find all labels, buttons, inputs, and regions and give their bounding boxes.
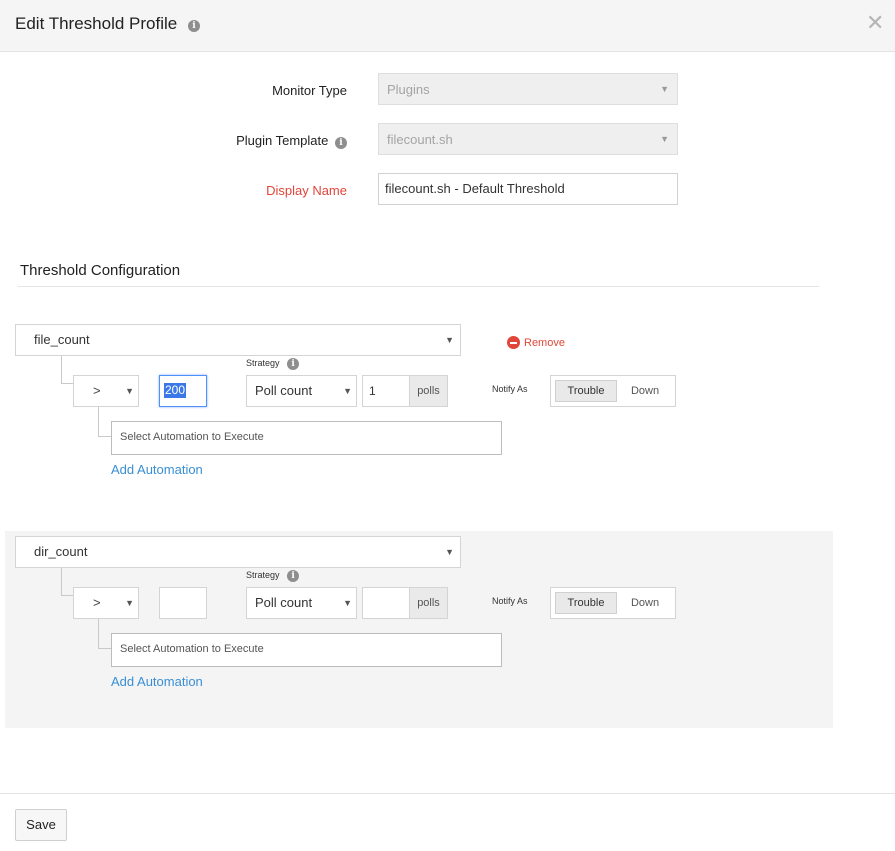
- tree-connector: [61, 568, 62, 595]
- metric-select[interactable]: file_count ▼: [15, 324, 461, 356]
- info-icon[interactable]: i: [287, 358, 300, 370]
- notify-toggle: Trouble Down: [550, 587, 676, 619]
- polls-addon: polls: [410, 375, 448, 407]
- section-title: Threshold Configuration: [20, 262, 181, 279]
- plugin-template-value: filecount.sh: [387, 132, 453, 147]
- strategy-label-text: Strategy: [246, 570, 280, 580]
- tree-connector: [98, 407, 99, 436]
- info-icon[interactable]: i: [335, 137, 347, 149]
- notify-as-label: Notify As: [492, 384, 528, 394]
- notify-down-option[interactable]: Down: [617, 380, 673, 402]
- display-name-input[interactable]: filecount.sh - Default Threshold: [378, 173, 678, 205]
- notify-down-option[interactable]: Down: [617, 592, 673, 614]
- polls-input[interactable]: [362, 587, 410, 619]
- remove-icon: [507, 336, 520, 350]
- notify-toggle: Trouble Down: [550, 375, 676, 407]
- dialog-title-text: Edit Threshold Profile: [15, 14, 178, 33]
- strategy-select[interactable]: Poll count ▼: [246, 587, 357, 619]
- save-button[interactable]: Save: [15, 809, 67, 841]
- tree-connector: [98, 436, 111, 437]
- add-automation-link[interactable]: Add Automation: [111, 674, 203, 689]
- add-automation-link[interactable]: Add Automation: [111, 462, 203, 477]
- threshold-value-input[interactable]: 200: [159, 375, 207, 407]
- chevron-down-icon: ▼: [343, 598, 352, 608]
- monitor-type-select: Plugins ▼: [378, 73, 678, 105]
- notify-as-label: Notify As: [492, 596, 528, 606]
- metric-value: file_count: [34, 332, 90, 347]
- plugin-template-label: Plugin Template i: [150, 133, 347, 149]
- threshold-value: 200: [164, 383, 187, 398]
- polls-addon: polls: [410, 587, 448, 619]
- strategy-label: Strategy i: [246, 358, 300, 370]
- monitor-type-label: Monitor Type: [272, 83, 347, 98]
- metric-value: dir_count: [34, 544, 88, 559]
- tree-connector: [61, 595, 73, 596]
- display-name-label: Display Name: [266, 183, 347, 198]
- close-icon[interactable]: ✕: [866, 12, 884, 34]
- strategy-value: Poll count: [255, 383, 313, 398]
- monitor-type-value: Plugins: [387, 82, 430, 97]
- chevron-down-icon: ▼: [445, 335, 454, 345]
- notify-trouble-option[interactable]: Trouble: [555, 380, 617, 402]
- metric-select[interactable]: dir_count ▼: [15, 536, 461, 568]
- remove-label: Remove: [524, 336, 565, 349]
- threshold-value-input[interactable]: [159, 587, 207, 619]
- strategy-label-text: Strategy: [246, 358, 280, 368]
- tree-connector: [61, 356, 62, 383]
- footer-divider: [0, 793, 895, 794]
- polls-input[interactable]: 1: [362, 375, 410, 407]
- chevron-down-icon: ▼: [660, 84, 669, 94]
- tree-connector: [61, 383, 73, 384]
- strategy-select[interactable]: Poll count ▼: [246, 375, 357, 407]
- chevron-down-icon: ▼: [125, 386, 134, 396]
- operator-value: >: [93, 383, 101, 398]
- chevron-down-icon: ▼: [343, 386, 352, 396]
- automation-select[interactable]: Select Automation to Execute: [111, 633, 502, 667]
- operator-select[interactable]: > ▼: [73, 375, 139, 407]
- automation-select[interactable]: Select Automation to Execute: [111, 421, 502, 455]
- operator-value: >: [93, 595, 101, 610]
- chevron-down-icon: ▼: [445, 547, 454, 557]
- strategy-label: Strategy i: [246, 570, 300, 582]
- notify-trouble-option[interactable]: Trouble: [555, 592, 617, 614]
- strategy-value: Poll count: [255, 595, 313, 610]
- info-icon[interactable]: i: [187, 20, 200, 32]
- tree-connector: [98, 648, 111, 649]
- section-divider: [18, 286, 819, 287]
- operator-select[interactable]: > ▼: [73, 587, 139, 619]
- plugin-template-select: filecount.sh ▼: [378, 123, 678, 155]
- chevron-down-icon: ▼: [125, 598, 134, 608]
- dialog-title: Edit Threshold Profile i: [15, 14, 200, 34]
- plugin-template-label-text: Plugin Template: [236, 133, 329, 148]
- tree-connector: [98, 619, 99, 648]
- chevron-down-icon: ▼: [660, 134, 669, 144]
- info-icon[interactable]: i: [287, 570, 300, 582]
- remove-button[interactable]: Remove: [507, 334, 565, 352]
